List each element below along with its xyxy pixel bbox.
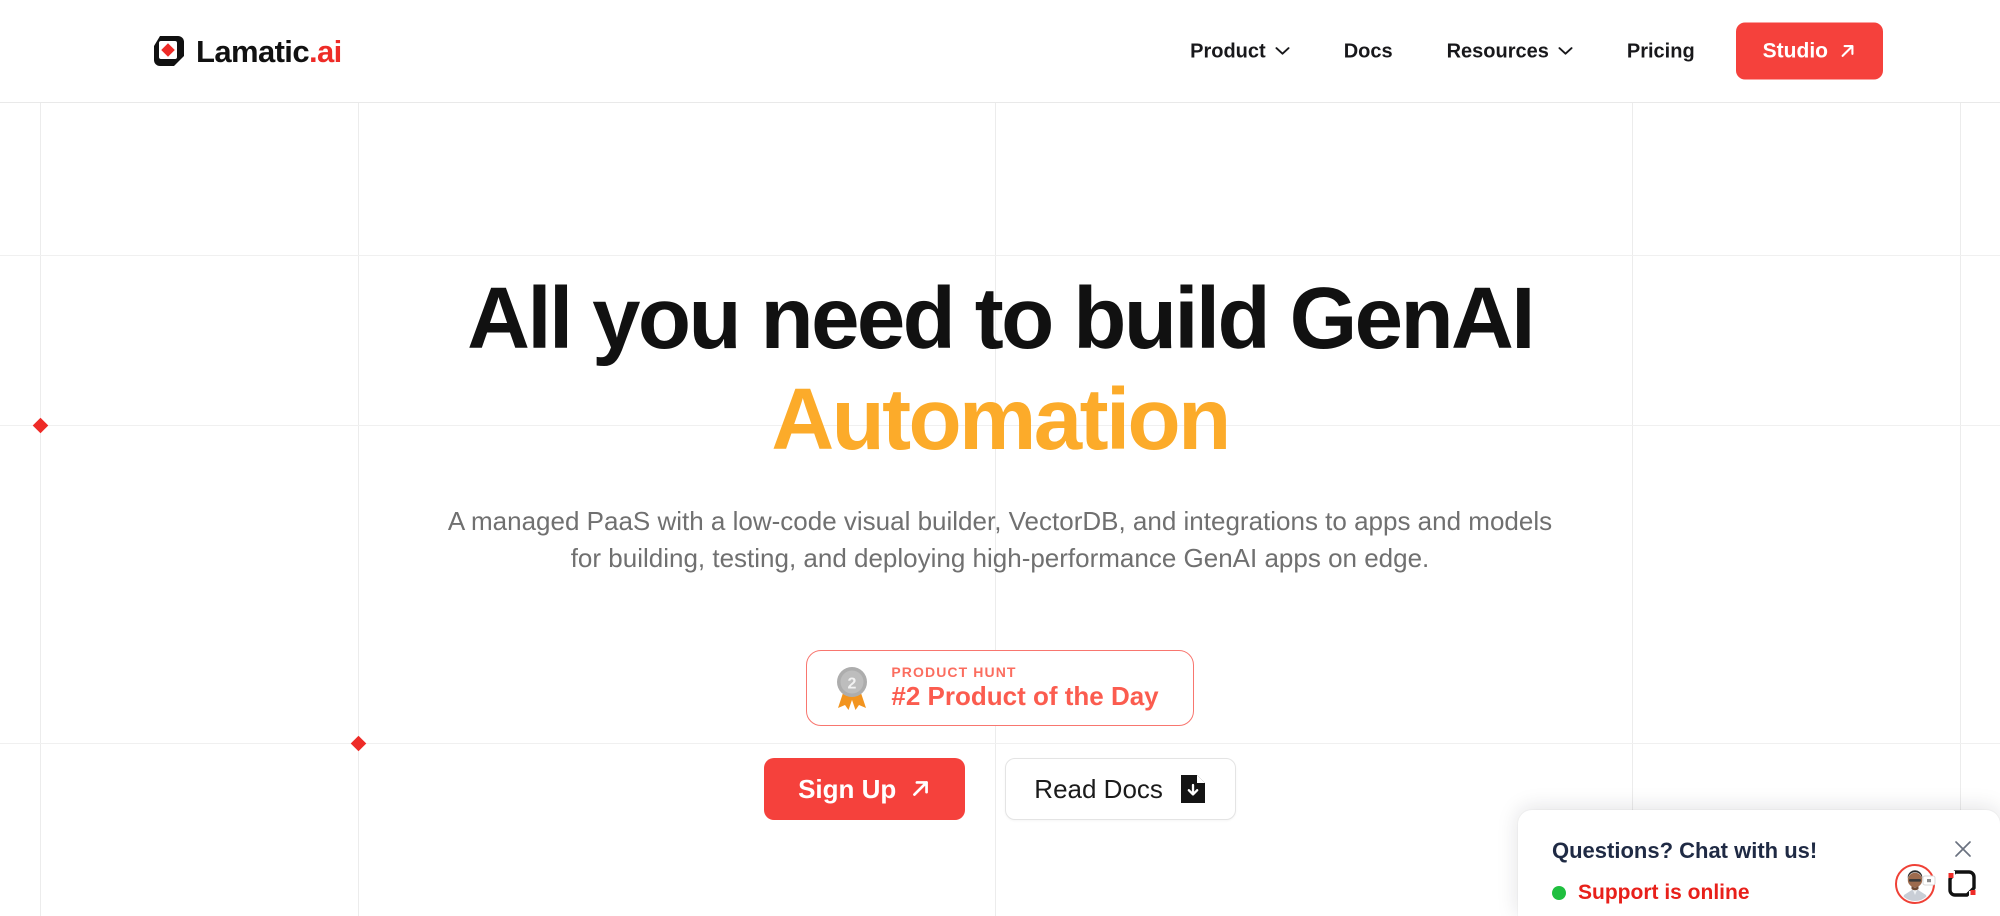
read-docs-label: Read Docs bbox=[1034, 773, 1163, 804]
lamatic-bracket-logo-icon[interactable] bbox=[1946, 868, 1978, 900]
page-title: All you need to build GenAI Automation bbox=[467, 275, 1535, 468]
product-hunt-text: PRODUCT HUNT #2 Product of the Day bbox=[891, 665, 1158, 711]
nav-label: Pricing bbox=[1626, 40, 1695, 62]
hero-cta-row: Sign Up Read Docs bbox=[764, 757, 1236, 820]
headline-line-1: All you need to build GenAI bbox=[467, 270, 1535, 367]
studio-button-label: Studio bbox=[1762, 39, 1828, 63]
grid-hline bbox=[0, 255, 2000, 256]
grid-marker-diamond bbox=[350, 735, 367, 752]
product-hunt-title: #2 Product of the Day bbox=[891, 681, 1159, 712]
status-online-dot bbox=[1552, 885, 1566, 900]
chevron-down-icon bbox=[1275, 47, 1290, 56]
site-header: Lamatic.ai Product Docs Resources Pricin… bbox=[0, 0, 2000, 103]
close-icon[interactable] bbox=[1952, 838, 1974, 860]
svg-text:2: 2 bbox=[848, 675, 857, 692]
grid-hline bbox=[0, 743, 2000, 744]
grid-vline bbox=[1960, 103, 1961, 916]
document-download-icon bbox=[1179, 774, 1207, 804]
grid-vline bbox=[358, 103, 359, 916]
chevron-down-icon bbox=[1558, 47, 1573, 56]
lamatic-diamond-logo-icon bbox=[152, 34, 186, 68]
arrow-up-right-icon bbox=[910, 778, 931, 799]
grid-marker-diamond bbox=[32, 417, 49, 434]
nav-item-resources[interactable]: Resources bbox=[1420, 41, 1600, 61]
headline-accent: Automation bbox=[771, 371, 1231, 468]
status-badge: Support is online bbox=[1578, 881, 1750, 904]
chat-status: Support is online bbox=[1552, 882, 1750, 903]
studio-button[interactable]: Studio bbox=[1735, 22, 1883, 80]
hero-section: All you need to build GenAI Automation A… bbox=[0, 103, 2000, 916]
nav-item-product[interactable]: Product bbox=[1163, 41, 1317, 61]
chat-avatars[interactable] bbox=[1894, 862, 1978, 906]
logo-link[interactable]: Lamatic.ai bbox=[152, 34, 342, 68]
hero-subtitle: A managed PaaS with a low-code visual bu… bbox=[447, 506, 1553, 574]
arrow-up-right-icon bbox=[1839, 43, 1856, 60]
product-hunt-badge[interactable]: 2 PRODUCT HUNT #2 Product of the Day bbox=[806, 649, 1194, 726]
nav-label: Product bbox=[1190, 40, 1266, 62]
main-navigation: Product Docs Resources Pricing Studio bbox=[1163, 22, 2000, 80]
page-root: Lamatic.ai Product Docs Resources Pricin… bbox=[0, 0, 2000, 916]
chat-widget[interactable]: Questions? Chat with us! Support is onli… bbox=[1518, 810, 2000, 916]
grid-vline bbox=[40, 103, 41, 916]
chat-widget-title: Questions? Chat with us! bbox=[1552, 838, 1818, 863]
nav-label: Docs bbox=[1343, 40, 1393, 62]
grid-vline bbox=[1632, 103, 1633, 916]
nav-item-pricing[interactable]: Pricing bbox=[1600, 41, 1722, 61]
product-hunt-kicker: PRODUCT HUNT bbox=[891, 664, 1017, 681]
read-docs-button[interactable]: Read Docs bbox=[1005, 757, 1236, 820]
nav-label: Resources bbox=[1446, 40, 1549, 62]
support-agent-avatar[interactable] bbox=[1894, 862, 1938, 906]
logo-text: Lamatic.ai bbox=[196, 33, 342, 69]
nav-item-docs[interactable]: Docs bbox=[1317, 41, 1420, 61]
sign-up-label: Sign Up bbox=[798, 773, 897, 804]
product-hunt-medal-icon: 2 bbox=[831, 665, 873, 711]
logo-dot: .ai bbox=[308, 33, 342, 69]
sign-up-button[interactable]: Sign Up bbox=[764, 757, 966, 820]
